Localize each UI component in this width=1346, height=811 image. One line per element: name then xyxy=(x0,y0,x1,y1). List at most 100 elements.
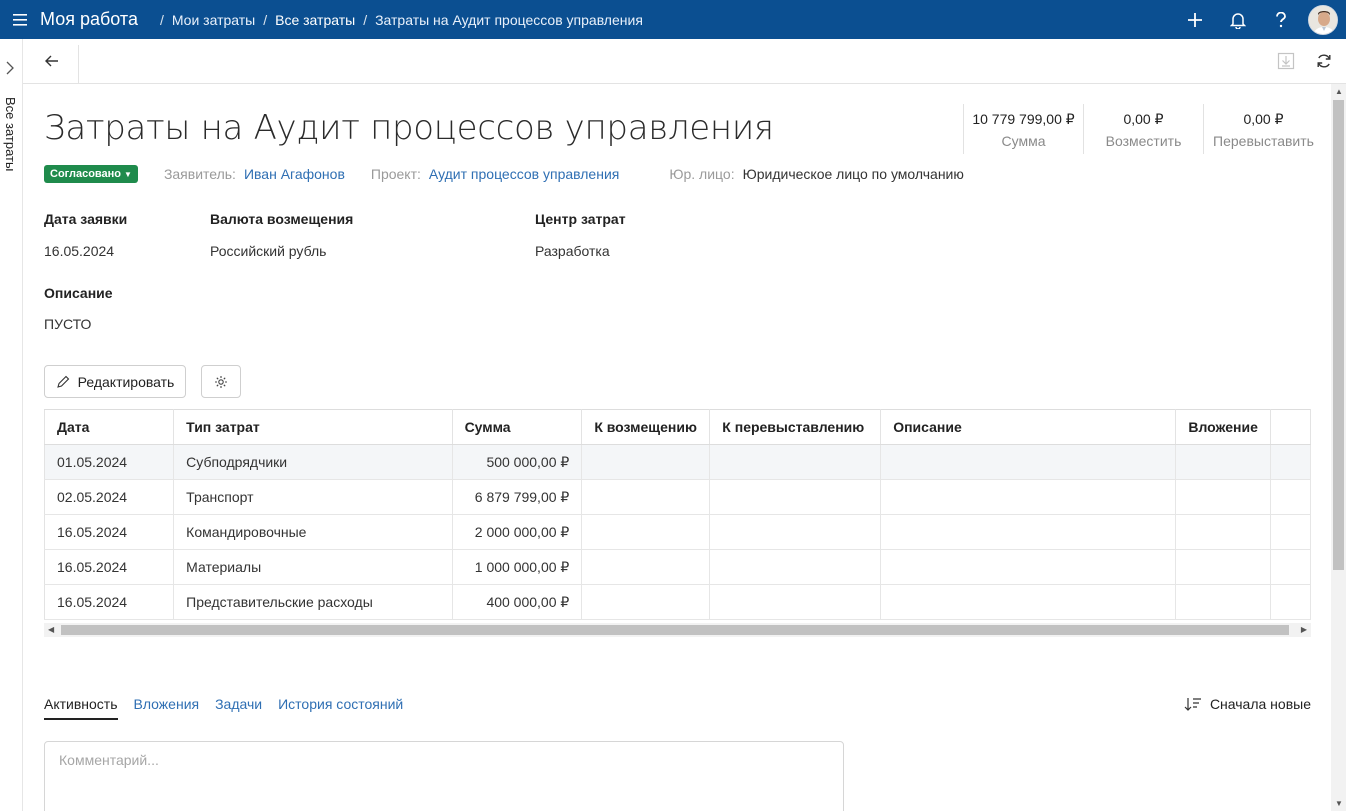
notifications-button[interactable] xyxy=(1216,0,1259,39)
scroll-left-icon[interactable]: ◀ xyxy=(48,625,54,634)
project-link[interactable]: Аудит процессов управления xyxy=(429,166,619,182)
cell-reimburse xyxy=(581,444,711,480)
export-icon xyxy=(1277,52,1295,70)
cell-rebill xyxy=(709,479,882,515)
col-attachment[interactable]: Вложение xyxy=(1175,409,1272,445)
add-button[interactable] xyxy=(1173,0,1216,39)
cell-attachment xyxy=(1175,549,1272,585)
avatar-image xyxy=(1309,5,1337,34)
table-row[interactable]: 16.05.2024 Представительские расходы 400… xyxy=(44,584,1311,620)
toolbar-actions xyxy=(1274,49,1336,73)
avatar[interactable] xyxy=(1308,4,1338,35)
table-row[interactable]: 16.05.2024 Материалы 1 000 000,00 ₽ xyxy=(44,549,1311,585)
cell-amount: 400 000,00 ₽ xyxy=(452,584,583,620)
status-badge[interactable]: Согласовано ▼ xyxy=(44,165,138,183)
scroll-right-icon[interactable]: ▶ xyxy=(1301,625,1307,634)
help-button[interactable] xyxy=(1259,0,1302,39)
cell-description xyxy=(880,444,1177,480)
page-vertical-scrollbar[interactable]: ▲ ▼ xyxy=(1331,84,1346,811)
cell-rebill xyxy=(709,514,882,550)
cell-amount: 6 879 799,00 ₽ xyxy=(452,479,583,515)
settings-button[interactable] xyxy=(201,365,241,398)
meta-row: Согласовано ▼ Заявитель: Иван Агафонов П… xyxy=(44,165,964,183)
gear-icon xyxy=(215,375,227,388)
cell-extra xyxy=(1270,479,1311,515)
cell-date: 16.05.2024 xyxy=(44,584,175,620)
cell-amount: 500 000,00 ₽ xyxy=(452,444,583,480)
applicant-link[interactable]: Иван Агафонов xyxy=(244,166,345,182)
table-row[interactable]: 16.05.2024 Командировочные 2 000 000,00 … xyxy=(44,514,1311,550)
tab-attachments[interactable]: Вложения xyxy=(134,696,200,720)
cell-reimburse xyxy=(581,479,711,515)
summary-reimburse-value: 0,00 ₽ xyxy=(1123,111,1164,127)
breadcrumb-separator: / xyxy=(363,11,368,28)
tab-history[interactable]: История состояний xyxy=(278,696,403,720)
cell-description xyxy=(880,514,1177,550)
top-actions xyxy=(1173,0,1346,39)
col-date[interactable]: Дата xyxy=(44,409,175,445)
description-value: ПУСТО xyxy=(44,316,92,332)
breadcrumb-all-costs[interactable]: Все затраты xyxy=(275,12,355,28)
tab-activity[interactable]: Активность xyxy=(44,696,118,720)
scrollbar-thumb[interactable] xyxy=(1333,100,1344,570)
toolbar xyxy=(23,39,1346,84)
cell-description xyxy=(880,479,1177,515)
cell-attachment xyxy=(1175,514,1272,550)
cell-extra xyxy=(1270,584,1311,620)
refresh-button[interactable] xyxy=(1312,49,1336,73)
breadcrumb-separator: / xyxy=(159,11,164,28)
cell-attachment xyxy=(1175,584,1272,620)
summary-reimburse-label: Возместить xyxy=(1105,133,1182,149)
cell-date: 02.05.2024 xyxy=(44,479,175,515)
entity-label: Юр. лицо: xyxy=(669,166,735,182)
cell-rebill xyxy=(709,584,882,620)
edit-button[interactable]: Редактировать xyxy=(44,365,186,398)
sort-control[interactable]: Сначала новые xyxy=(1184,696,1311,712)
tab-tasks[interactable]: Задачи xyxy=(215,696,262,720)
cell-type: Командировочные xyxy=(173,514,453,550)
back-arrow-icon xyxy=(45,55,58,67)
breadcrumb-separator: / xyxy=(263,11,268,28)
comment-placeholder: Комментарий... xyxy=(59,752,159,768)
cell-rebill xyxy=(709,444,882,480)
description-label: Описание xyxy=(44,285,113,301)
cell-reimburse xyxy=(581,514,711,550)
col-reimburse[interactable]: К возмещению xyxy=(581,409,711,445)
rail-label[interactable]: Все затраты xyxy=(3,97,18,171)
app-title[interactable]: Моя работа xyxy=(40,9,138,30)
table-row[interactable]: 01.05.2024 Субподрядчики 500 000,00 ₽ xyxy=(44,444,1311,480)
chevron-right-icon[interactable] xyxy=(5,61,15,75)
summary-rebill-label: Перевыставить xyxy=(1213,133,1314,149)
cell-extra xyxy=(1270,444,1311,480)
menu-button[interactable] xyxy=(0,0,40,39)
export-button[interactable] xyxy=(1274,49,1298,73)
col-amount[interactable]: Сумма xyxy=(452,409,583,445)
col-description[interactable]: Описание xyxy=(880,409,1177,445)
table-row[interactable]: 02.05.2024 Транспорт 6 879 799,00 ₽ xyxy=(44,479,1311,515)
costs-table-wrapper: Дата Тип затрат Сумма К возмещению К пер… xyxy=(44,409,1311,639)
col-extra xyxy=(1270,409,1311,445)
applicant-label: Заявитель: xyxy=(163,166,236,182)
back-button[interactable] xyxy=(39,49,65,73)
scrollbar-thumb[interactable] xyxy=(61,625,1289,635)
main-content: Затраты на Аудит процессов управления 10… xyxy=(23,84,1331,811)
summary-rebill-value: 0,00 ₽ xyxy=(1243,111,1284,127)
summary-total-label: Сумма xyxy=(1001,133,1046,149)
col-type[interactable]: Тип затрат xyxy=(173,409,453,445)
bell-icon xyxy=(1229,12,1246,29)
cell-rebill xyxy=(709,549,882,585)
scroll-up-icon[interactable]: ▲ xyxy=(1335,87,1343,96)
activity-tabs: Активность Вложения Задачи История состо… xyxy=(44,696,419,720)
cell-reimburse xyxy=(581,584,711,620)
table-horizontal-scrollbar[interactable]: ◀ ▶ xyxy=(44,623,1311,637)
scroll-down-icon[interactable]: ▼ xyxy=(1335,799,1343,808)
breadcrumb-current: Затраты на Аудит процессов управления xyxy=(375,11,643,28)
comment-input[interactable]: Комментарий... xyxy=(44,741,844,811)
help-icon xyxy=(1275,11,1286,27)
date-label: Дата заявки xyxy=(44,211,128,227)
summary-total-value: 10 779 799,00 ₽ xyxy=(972,111,1075,127)
cell-extra xyxy=(1270,549,1311,585)
col-rebill[interactable]: К перевыставлению xyxy=(709,409,882,445)
breadcrumb-my-costs[interactable]: Мои затраты xyxy=(172,12,255,28)
currency-label: Валюта возмещения xyxy=(210,211,354,227)
